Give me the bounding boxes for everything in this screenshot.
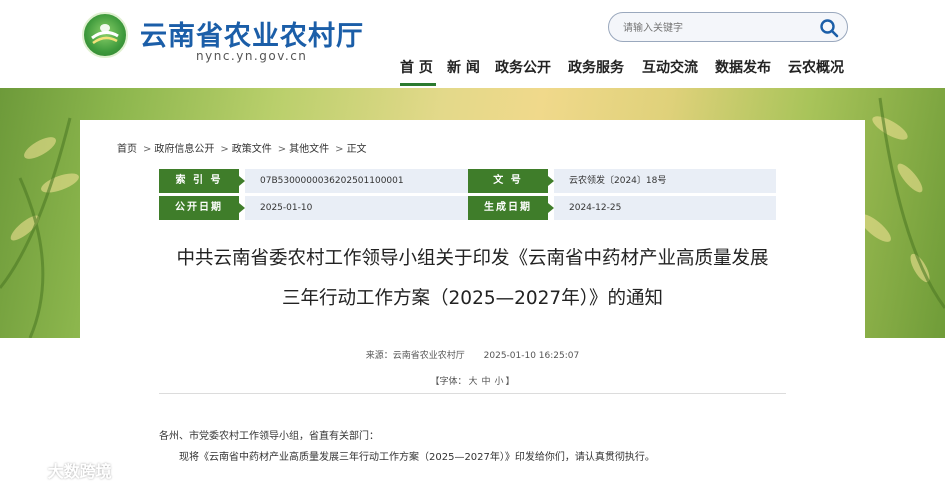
font-size-selector: 【字体：大中小】 <box>80 374 865 387</box>
meta-doc-label: 文 号 <box>468 169 554 193</box>
site-logo-icon[interactable] <box>82 12 128 58</box>
meta-created-value: 2024-12-25 <box>554 196 776 220</box>
watermark-logo-icon <box>10 462 38 476</box>
watermark: 大数跨境 <box>8 458 112 482</box>
search-box <box>608 12 848 42</box>
document-meta-table: 索 引 号 07B5300000036202501100001 文 号 云农领发… <box>159 169 776 220</box>
font-size-label-end: 】 <box>505 377 515 387</box>
font-size-label: 【字体： <box>430 377 467 387</box>
article-datetime: 2025-01-10 16:25:07 <box>483 351 580 361</box>
font-size-large-button[interactable]: 大 <box>468 377 477 387</box>
meta-publish-label: 公开日期 <box>159 196 245 220</box>
nav-item-gov-affairs[interactable]: 政务公开 <box>495 57 551 77</box>
meta-publish-value: 2025-01-10 <box>245 196 468 220</box>
article-paragraph: 现将《云南省中药材产业高质量发展三年行动工作方案（2025—2027年）》印发给… <box>179 452 655 463</box>
article-source-line: 来源：云南省农业农村厅 2025-01-10 16:25:07 <box>80 348 865 361</box>
meta-index-label: 索 引 号 <box>159 169 245 193</box>
nav-item-interaction[interactable]: 互动交流 <box>642 57 698 77</box>
article-title-line-2: 三年行动工作方案（2025—2027年）》的通知 <box>282 288 663 309</box>
font-size-small-button[interactable]: 小 <box>495 377 504 387</box>
meta-doc-value: 云农领发〔2024〕18号 <box>554 169 776 193</box>
nav-item-overview[interactable]: 云农概况 <box>788 57 844 77</box>
article-paragraph: 各州、市党委农村工作领导小组，省直有关部门： <box>159 431 379 442</box>
nav-item-gov-services[interactable]: 政务服务 <box>568 57 624 77</box>
site-header: 云南省农业农村厅 nync.yn.gov.cn 首 页 新 闻 政务公开 政务服… <box>0 0 945 88</box>
article-title-line-1: 中共云南省委农村工作领导小组关于印发《云南省中药材产业高质量发展 <box>176 248 769 269</box>
article-card: 首页 > 政府信息公开 > 政策文件 > 其他文件 > 正文 索 引 号 07B53000000… <box>80 120 865 487</box>
breadcrumb-separator-icon: > <box>220 144 229 155</box>
breadcrumb-separator-icon: > <box>143 144 152 155</box>
meta-created-label: 生成日期 <box>468 196 554 220</box>
breadcrumb: 首页 > 政府信息公开 > 政策文件 > 其他文件 > 正文 <box>117 140 370 155</box>
breadcrumb-item-current: 正文 <box>346 144 367 155</box>
breadcrumb-item-home[interactable]: 首页 <box>117 144 137 155</box>
breadcrumb-separator-icon: > <box>335 144 344 155</box>
content-divider <box>159 393 786 394</box>
nav-item-data-release[interactable]: 数据发布 <box>715 57 771 77</box>
nav-item-home[interactable]: 首 页 <box>400 57 433 77</box>
nav-active-indicator <box>400 83 436 86</box>
breadcrumb-item-policy[interactable]: 政策文件 <box>232 144 272 155</box>
search-input[interactable] <box>623 19 803 37</box>
font-size-medium-button[interactable]: 中 <box>481 377 490 387</box>
meta-index-value: 07B5300000036202501100001 <box>245 169 468 193</box>
search-icon[interactable] <box>819 18 839 38</box>
breadcrumb-item-other[interactable]: 其他文件 <box>289 144 329 155</box>
breadcrumb-item-gov-info[interactable]: 政府信息公开 <box>154 144 214 155</box>
article-source: 来源：云南省农业农村厅 <box>365 351 465 361</box>
site-name[interactable]: 云南省农业农村厅 <box>140 14 364 53</box>
site-url: nync.yn.gov.cn <box>196 49 308 63</box>
watermark-text: 大数跨境 <box>47 462 112 481</box>
nav-item-news[interactable]: 新 闻 <box>447 57 480 77</box>
breadcrumb-separator-icon: > <box>277 144 287 155</box>
